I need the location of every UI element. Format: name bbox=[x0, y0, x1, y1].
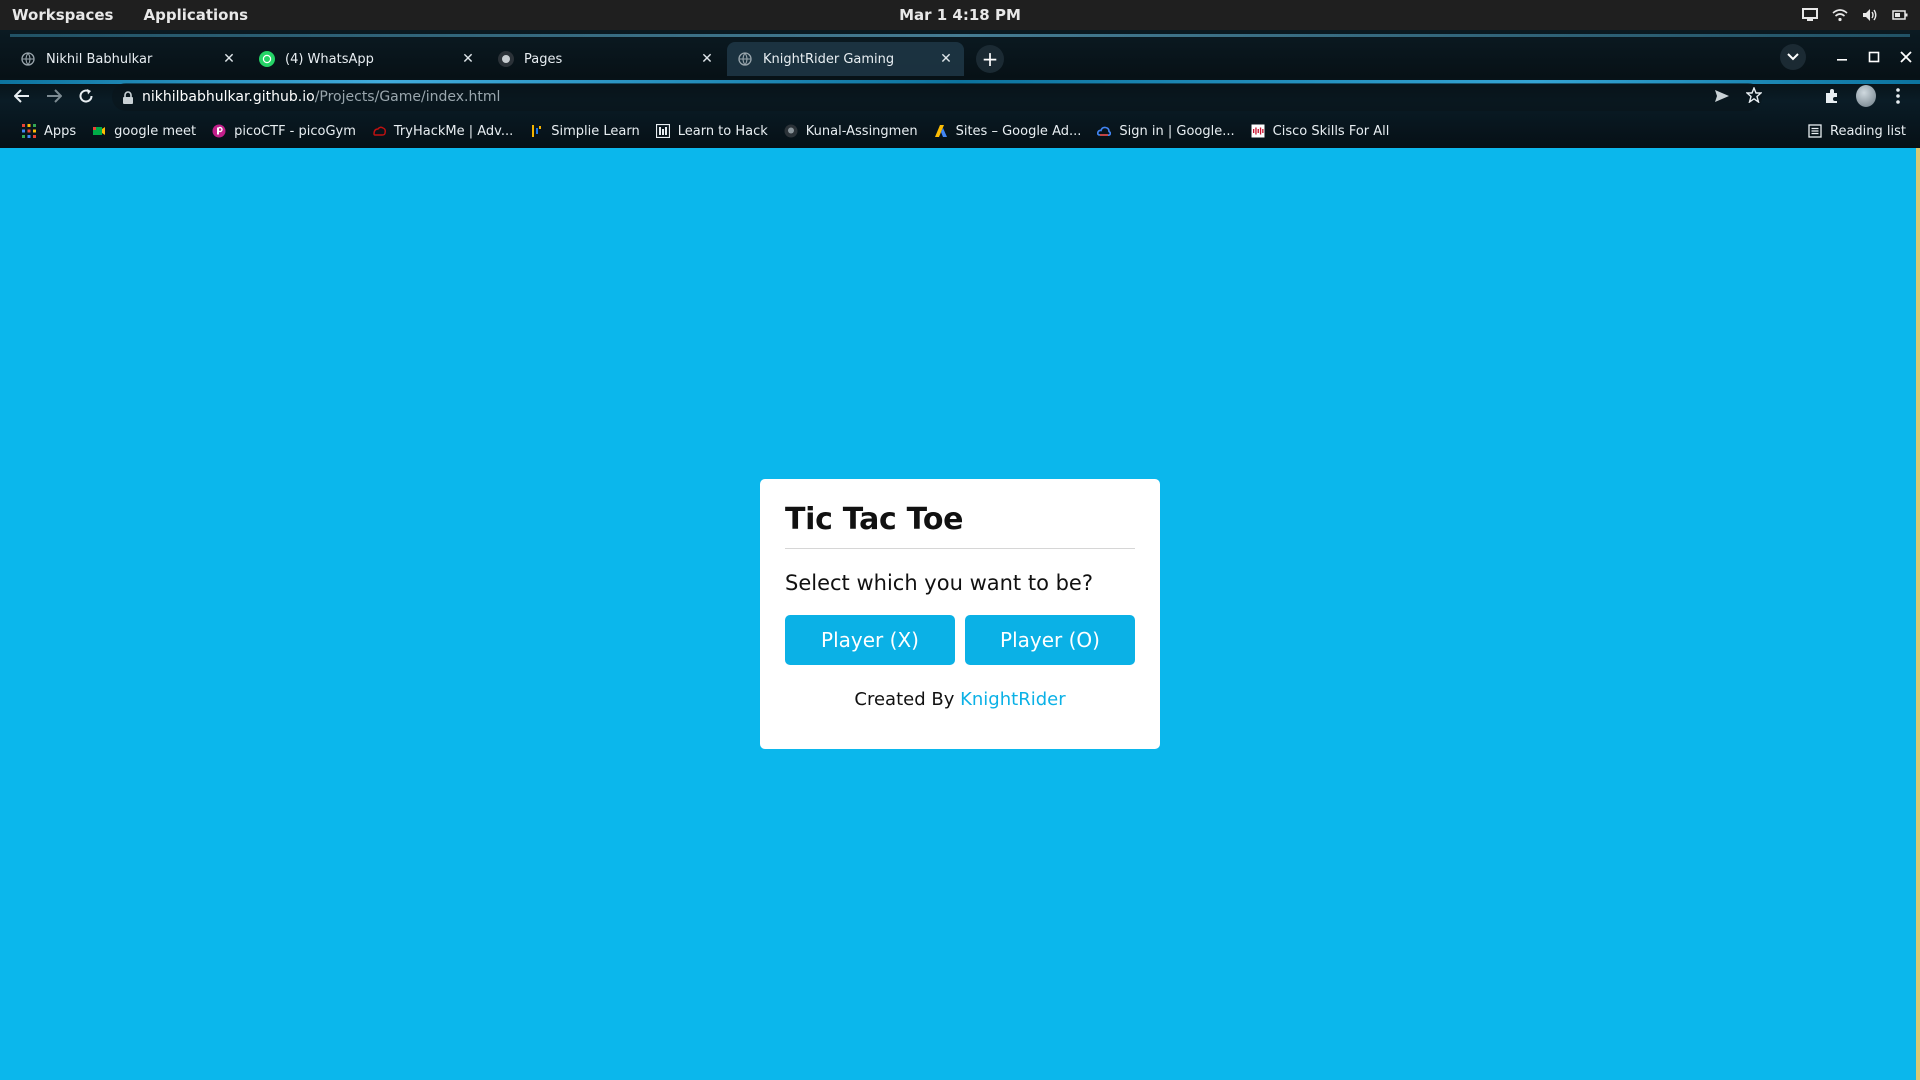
close-tab-icon[interactable]: ✕ bbox=[938, 51, 954, 67]
learn-to-hack-icon bbox=[655, 124, 670, 138]
bookmark-google-meet[interactable]: google meet bbox=[84, 116, 204, 146]
globe-icon bbox=[737, 51, 753, 67]
picoctf-icon bbox=[212, 124, 226, 138]
google-meet-icon bbox=[92, 124, 106, 138]
profile-avatar[interactable] bbox=[1856, 85, 1876, 107]
bookmark-label: picoCTF - picoGym bbox=[234, 123, 356, 139]
url-domain: nikhilbabhulkar.github.io bbox=[142, 89, 315, 105]
bookmark-label: Apps bbox=[44, 123, 77, 139]
github-icon bbox=[498, 51, 514, 67]
bookmark-label: TryHackMe | Adv... bbox=[393, 123, 514, 139]
battery-icon[interactable] bbox=[1892, 7, 1908, 23]
extensions-puzzle-icon[interactable] bbox=[1822, 86, 1842, 106]
url-path: /Projects/Game/index.html bbox=[314, 89, 501, 105]
wifi-icon[interactable] bbox=[1832, 7, 1848, 23]
maximize-icon[interactable] bbox=[1868, 48, 1880, 67]
volume-icon[interactable] bbox=[1862, 7, 1878, 23]
player-x-button[interactable]: Player (X) bbox=[785, 615, 955, 665]
bookmark-label: google meet bbox=[114, 123, 197, 139]
bookmark-kunal-assingmen[interactable]: Kunal-Assingmen bbox=[776, 116, 926, 146]
system-clock[interactable]: Mar 1 4:18 PM bbox=[0, 0, 1920, 30]
bookmark-label: Cisco Skills For All bbox=[1272, 123, 1390, 139]
reload-icon[interactable] bbox=[76, 86, 96, 106]
bookmark-label: Simplie Learn bbox=[551, 123, 640, 139]
bookmark-cisco-skills[interactable]: Cisco Skills For All bbox=[1243, 116, 1398, 146]
window-edge bbox=[1916, 148, 1920, 1080]
tab-search-chevron-icon[interactable] bbox=[1780, 44, 1806, 70]
more-menu-icon[interactable] bbox=[1888, 86, 1908, 106]
whatsapp-icon bbox=[259, 51, 275, 67]
player-button-row: Player (X) Player (O) bbox=[785, 615, 1135, 665]
cisco-icon bbox=[1251, 124, 1265, 138]
bookmark-label: Kunal-Assingmen bbox=[805, 123, 918, 139]
bookmark-star-icon[interactable] bbox=[1745, 86, 1763, 107]
tab-title: KnightRider Gaming bbox=[763, 51, 895, 67]
new-tab-button[interactable]: + bbox=[976, 45, 1004, 73]
bookmark-label: Sites – Google Ad... bbox=[955, 123, 1082, 139]
tab-knightrider-gaming[interactable]: KnightRider Gaming ✕ bbox=[727, 42, 964, 76]
tab-nikhil-babhulkar[interactable]: Nikhil Babhulkar ✕ bbox=[10, 42, 247, 76]
forward-arrow-icon[interactable] bbox=[44, 86, 64, 106]
bookmark-learn-to-hack[interactable]: Learn to Hack bbox=[648, 116, 776, 146]
minimize-icon[interactable] bbox=[1836, 48, 1848, 67]
google-cloud-icon bbox=[1097, 124, 1112, 138]
created-by-credit: Created By KnightRider bbox=[785, 689, 1135, 710]
send-icon[interactable] bbox=[1714, 88, 1730, 107]
close-tab-icon[interactable]: ✕ bbox=[460, 51, 476, 67]
address-bar[interactable]: nikhilbabhulkar.github.io/Projects/Game/… bbox=[112, 83, 1763, 111]
page-viewport: Tic Tac Toe Select which you want to be?… bbox=[0, 148, 1916, 1080]
applications-menu[interactable]: Applications bbox=[143, 6, 248, 24]
simplilearn-icon bbox=[529, 124, 543, 138]
workspaces-menu[interactable]: Workspaces bbox=[12, 6, 113, 24]
close-tab-icon[interactable]: ✕ bbox=[221, 51, 237, 67]
back-arrow-icon[interactable] bbox=[12, 86, 32, 106]
game-select-card: Tic Tac Toe Select which you want to be?… bbox=[760, 479, 1160, 749]
system-top-bar: Workspaces Applications Mar 1 4:18 PM bbox=[0, 0, 1920, 30]
google-ads-icon bbox=[934, 124, 948, 138]
navigation-toolbar: nikhilbabhulkar.github.io/Projects/Game/… bbox=[0, 78, 1920, 114]
bookmark-tryhackme[interactable]: TryHackMe | Adv... bbox=[364, 116, 521, 146]
lock-icon[interactable] bbox=[122, 90, 134, 104]
player-o-button[interactable]: Player (O) bbox=[965, 615, 1135, 665]
bookmark-google-sign-in[interactable]: Sign in | Google... bbox=[1089, 116, 1242, 146]
screen-share-icon[interactable] bbox=[1802, 7, 1818, 23]
close-window-icon[interactable] bbox=[1900, 48, 1912, 67]
apps-grid-icon bbox=[22, 124, 36, 138]
bookmark-google-ads-sites[interactable]: Sites – Google Ad... bbox=[926, 116, 1090, 146]
tab-title: (4) WhatsApp bbox=[285, 51, 374, 67]
tab-title: Pages bbox=[524, 51, 563, 67]
game-title: Tic Tac Toe bbox=[785, 499, 1135, 549]
credit-prefix: Created By bbox=[854, 689, 955, 710]
reading-list-label: Reading list bbox=[1830, 123, 1906, 139]
reading-list-icon bbox=[1808, 124, 1822, 138]
bookmark-simplie-learn[interactable]: Simplie Learn bbox=[521, 116, 647, 146]
bookmark-label: Learn to Hack bbox=[677, 123, 768, 139]
bookmark-picoctf[interactable]: picoCTF - picoGym bbox=[204, 116, 364, 146]
tab-pages[interactable]: Pages ✕ bbox=[488, 42, 725, 76]
browser-chrome: Nikhil Babhulkar ✕ (4) WhatsApp ✕ Pages … bbox=[0, 30, 1920, 148]
tab-title: Nikhil Babhulkar bbox=[46, 51, 153, 67]
decorative-line bbox=[10, 34, 1910, 37]
tab-whatsapp[interactable]: (4) WhatsApp ✕ bbox=[249, 42, 486, 76]
github-icon bbox=[784, 124, 798, 138]
url-text: nikhilbabhulkar.github.io/Projects/Game/… bbox=[142, 89, 500, 105]
knightrider-link[interactable]: KnightRider bbox=[960, 689, 1066, 710]
tryhackme-icon bbox=[372, 124, 386, 138]
globe-icon bbox=[20, 51, 36, 67]
window-controls bbox=[1780, 44, 1912, 70]
bookmark-label: Sign in | Google... bbox=[1119, 123, 1235, 139]
tab-strip: Nikhil Babhulkar ✕ (4) WhatsApp ✕ Pages … bbox=[10, 42, 1004, 76]
bookmarks-bar: Apps google meet picoCTF - picoGym TryHa… bbox=[0, 116, 1920, 146]
select-player-prompt: Select which you want to be? bbox=[785, 571, 1093, 595]
bookmark-apps[interactable]: Apps bbox=[14, 116, 84, 146]
reading-list-button[interactable]: Reading list bbox=[1808, 116, 1906, 146]
close-tab-icon[interactable]: ✕ bbox=[699, 51, 715, 67]
